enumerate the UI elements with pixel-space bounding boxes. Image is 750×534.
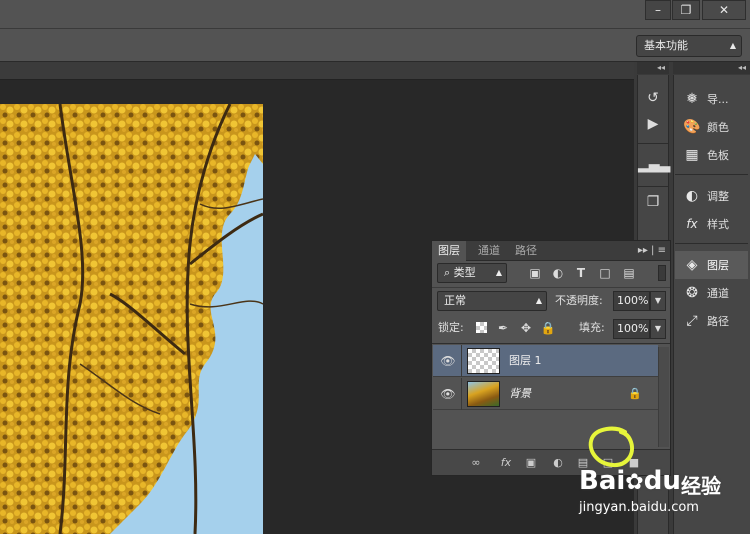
select-arrows-icon: ▲: [729, 41, 736, 50]
visibility-eye-icon[interactable]: 👁: [439, 378, 457, 410]
dock-item-adjustments[interactable]: ◐ 调整: [675, 182, 748, 210]
watermark-brand-head: Bai: [579, 466, 626, 496]
channels-icon: ❂: [686, 285, 698, 301]
tab-paths[interactable]: 路径: [509, 241, 543, 261]
filter-toggle-switch[interactable]: [658, 265, 666, 281]
fill-dropdown-button[interactable]: ▼: [650, 319, 666, 339]
autumn-tree-image: [0, 104, 263, 534]
dock-item-label: 路径: [707, 315, 729, 328]
dock-item-label: 导...: [707, 93, 729, 106]
dock-item-label: 色板: [707, 149, 729, 162]
workspace-select-value: 基本功能: [644, 39, 688, 52]
dock-item-navigator[interactable]: ❅ 导...: [675, 85, 748, 113]
lock-all-icon[interactable]: 🔒: [539, 319, 557, 337]
opacity-input[interactable]: 100%: [613, 291, 650, 311]
fx-icon[interactable]: fx: [496, 454, 516, 472]
dock-item-label: 调整: [707, 190, 729, 203]
layer-filter-select[interactable]: ⌕ 类型 ▲: [437, 263, 507, 283]
panel-menu-button[interactable]: ▸▸ | ≡: [638, 241, 666, 261]
tab-layers[interactable]: 图层: [432, 241, 466, 261]
paw-icon: ✿: [625, 470, 644, 495]
blend-mode-value: 正常: [444, 294, 466, 307]
divider: [638, 186, 668, 187]
visibility-eye-icon[interactable]: 👁: [439, 345, 457, 377]
link-icon[interactable]: ∞: [466, 454, 486, 472]
select-arrows-icon: ▲: [535, 296, 542, 305]
layer-lock-icon: 🔒: [628, 387, 642, 400]
adjustment-icon[interactable]: ◐: [548, 454, 568, 472]
dock-item-layers[interactable]: ◈ 图层: [675, 251, 748, 279]
watermark-brand: Bai✿du: [579, 466, 681, 496]
close-button[interactable]: ✕: [702, 0, 746, 20]
layer-row[interactable]: 👁 背景 🔒: [433, 378, 658, 410]
collapse-right-dock-button[interactable]: ◂◂: [673, 62, 750, 74]
watermark-url: jingyan.baidu.com: [579, 500, 699, 515]
document-tab-bar: [0, 62, 634, 80]
dock-item-label: 通道: [707, 287, 729, 300]
mask-icon[interactable]: ▣: [521, 454, 541, 472]
divider: [432, 343, 670, 344]
lock-image-icon[interactable]: ✒: [494, 319, 512, 337]
fill-label: 填充:: [579, 321, 605, 334]
minimize-button[interactable]: –: [645, 0, 671, 20]
histogram-icon[interactable]: ▂▄▃: [638, 152, 670, 178]
paths-icon: ⤢: [686, 313, 698, 329]
adjustment-filter-icon[interactable]: ◐: [549, 264, 567, 282]
title-bar: [0, 0, 750, 22]
opacity-label: 不透明度:: [555, 294, 603, 307]
menu-bar: [0, 22, 750, 29]
styles-icon: fx: [686, 217, 698, 231]
3d-cube-icon[interactable]: ❐: [638, 189, 668, 215]
restore-button[interactable]: ❐: [672, 0, 700, 20]
lock-transparent-icon[interactable]: [476, 322, 487, 333]
divider: [432, 287, 670, 288]
layer-filter-value: ⌕ 类型: [444, 266, 476, 279]
collapse-left-dock-button[interactable]: ◂◂: [637, 62, 669, 74]
divider: [461, 378, 462, 410]
shape-filter-icon[interactable]: □: [596, 264, 614, 282]
color-icon: 🎨: [683, 119, 701, 135]
baidu-watermark: Bai✿du 经验 jingyan.baidu.com: [575, 462, 745, 522]
layers-scrollbar[interactable]: [658, 347, 669, 447]
layer-name[interactable]: 背景: [509, 378, 531, 410]
tab-channels[interactable]: 通道: [472, 241, 506, 261]
dock-item-color[interactable]: 🎨 颜色: [675, 113, 748, 141]
watermark-brand-tail: du: [643, 466, 681, 496]
blend-mode-select[interactable]: 正常 ▲: [437, 291, 547, 311]
opacity-dropdown-button[interactable]: ▼: [650, 291, 666, 311]
divider: [638, 143, 668, 144]
watermark-cn: 经验: [681, 474, 721, 498]
layer-name[interactable]: 图层 1: [509, 345, 542, 377]
dock-item-label: 样式: [707, 218, 729, 231]
layer-thumbnail: [467, 348, 500, 374]
dock-item-paths[interactable]: ⤢ 路径: [675, 307, 748, 335]
canvas-photo: [0, 104, 263, 534]
divider: [461, 345, 462, 377]
swatches-icon: ▦: [685, 147, 699, 163]
type-filter-icon[interactable]: T: [572, 264, 590, 282]
divider: [675, 174, 748, 175]
fill-input[interactable]: 100%: [613, 319, 650, 339]
layer-row[interactable]: 👁 图层 1: [433, 345, 658, 377]
play-icon[interactable]: ▶: [638, 111, 668, 137]
layers-icon: ◈: [686, 257, 698, 273]
lock-position-icon[interactable]: ✥: [517, 319, 535, 337]
history-icon[interactable]: ↺: [638, 85, 668, 111]
dock-item-channels[interactable]: ❂ 通道: [675, 279, 748, 307]
navigator-icon: ❅: [686, 91, 698, 107]
panel-tab-bar: 图层 通道 路径 ▸▸ | ≡: [432, 241, 670, 261]
workspace-select[interactable]: 基本功能 ▲: [636, 35, 742, 57]
adjustments-icon: ◐: [685, 188, 699, 204]
dock-item-label: 图层: [707, 259, 729, 272]
select-arrows-icon: ▲: [495, 268, 502, 277]
image-filter-icon[interactable]: ▣: [526, 264, 544, 282]
lock-label: 锁定:: [438, 321, 464, 334]
dock-item-swatches[interactable]: ▦ 色板: [675, 141, 748, 169]
divider: [675, 243, 748, 244]
dock-item-styles[interactable]: fx 样式: [675, 210, 748, 238]
dock-item-label: 颜色: [707, 121, 729, 134]
layer-thumbnail: [467, 381, 500, 407]
smart-object-filter-icon[interactable]: ▤: [620, 264, 638, 282]
